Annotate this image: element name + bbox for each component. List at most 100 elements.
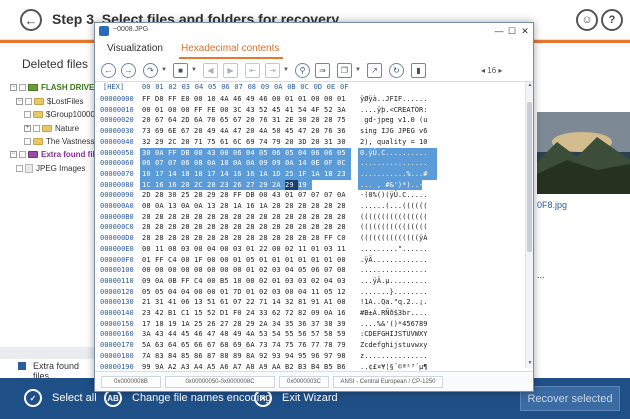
panel-toggle-icon[interactable]: ▮ xyxy=(411,63,426,78)
hex-bytes[interactable]: 20 67 64 2D 6A 70 65 67 20 76 31 2E 30 2… xyxy=(142,116,346,124)
back-arrow-icon[interactable]: ← xyxy=(20,9,42,31)
hex-bytes[interactable]: 5A 63 64 65 66 67 68 69 6A 73 74 75 76 7… xyxy=(142,341,346,349)
hex-row[interactable]: 000000E0 00 11 08 03 00 04 00 03 01 22 00… xyxy=(95,244,525,255)
tree-checkbox[interactable] xyxy=(25,97,32,105)
forward-icon[interactable]: → xyxy=(121,63,136,78)
hex-bytes[interactable]: 17 18 19 1A 25 26 27 28 29 2A 34 35 36 3… xyxy=(142,320,346,328)
hex-row[interactable]: 00000110 09 0A 0B FF C4 00 B5 10 00 02 01… xyxy=(95,276,525,287)
tree-item[interactable]: + Nature xyxy=(24,121,79,135)
scroll-down-icon[interactable]: ▼ xyxy=(526,360,533,368)
tree-checkbox[interactable] xyxy=(24,110,31,118)
redo-dropdown-icon[interactable]: ▼ xyxy=(161,67,167,73)
hex-bytes[interactable]: 00 00 00 00 00 00 00 00 01 02 03 04 05 0… xyxy=(142,266,346,274)
hex-bytes[interactable]: 09 0A 0B FF C4 00 B5 10 00 02 01 03 03 0… xyxy=(142,277,346,285)
tab-hexadecimal[interactable]: Hexadecimal contents xyxy=(181,43,279,54)
redo-icon[interactable]: ↷ xyxy=(143,63,158,78)
hex-text[interactable]: 2), quality = 10 xyxy=(360,138,427,146)
hex-text[interactable]: ....ÿþ.<CREATOR: xyxy=(360,106,427,114)
hex-bytes[interactable]: 2D 28 30 25 28 29 28 FF DB 00 43 01 07 0… xyxy=(142,191,346,199)
hex-bytes[interactable]: 00 01 00 00 FF FE 00 3C 43 52 45 41 54 4… xyxy=(142,106,346,114)
hex-row[interactable]: 000000F0 01 FF C4 00 1F 00 00 01 05 01 01… xyxy=(95,255,525,266)
window-titlebar[interactable]: ~0008.JPG — ☐ ✕ xyxy=(95,23,533,39)
hex-dump[interactable]: 00000000 FF D8 FF E0 00 10 4A 46 49 46 00… xyxy=(95,94,525,391)
hex-scrollbar[interactable]: ▲ ▼ xyxy=(525,82,533,368)
select-all-button[interactable]: ✓ Select all xyxy=(24,387,97,409)
tree-checkbox[interactable] xyxy=(24,137,31,145)
hex-row[interactable]: 00000160 3A 43 44 45 46 47 48 49 4A 53 54… xyxy=(95,329,525,340)
status-encoding[interactable]: ANSI - Central European / CP-1250 xyxy=(333,376,443,388)
goto-icon[interactable]: ⇒ xyxy=(315,63,330,78)
hex-text[interactable]: gd-jpeg v1.0 (u xyxy=(360,116,427,124)
hex-row[interactable]: 000000B0 28 28 28 28 28 28 28 28 28 28 28… xyxy=(95,212,525,223)
hex-text[interactable]: ..¢£¤¥¦§¨©ª²³´µ¶ xyxy=(360,363,427,371)
hex-row[interactable]: 00000180 7A 83 84 85 86 87 88 89 8A 92 93… xyxy=(95,351,525,362)
hex-text[interactable]: ... , #&')*)..-0 xyxy=(360,181,427,189)
hex-bytes[interactable]: 06 07 07 06 08 0A 10 0A 0A 09 09 0A 14 0… xyxy=(142,159,346,167)
copy-icon[interactable]: ❐ xyxy=(337,63,352,78)
hex-text[interactable]: .ÿÄ............. xyxy=(360,256,427,264)
hex-bytes[interactable]: 32 29 2C 20 71 75 61 6C 69 74 79 20 3D 2… xyxy=(142,138,346,146)
hex-text[interactable]: sing IJG JPEG v6 xyxy=(360,127,427,135)
hex-text[interactable]: Zcdefghijstuvwxy xyxy=(360,341,427,349)
hex-text[interactable]: ...ÿÄ.µ......... xyxy=(360,277,427,285)
hex-text[interactable]: .......}........ xyxy=(360,288,427,296)
hex-bytes[interactable]: 1C 16 16 20 2C 20 23 26 27 29 2A 29 19 1… xyxy=(142,181,346,189)
hex-row[interactable]: 000000D0 28 28 28 28 28 28 28 28 28 28 28… xyxy=(95,233,525,244)
user-icon[interactable]: ☺ xyxy=(576,9,598,31)
hex-bytes[interactable]: 3A 43 44 45 46 47 48 49 4A 53 54 55 56 5… xyxy=(142,330,346,338)
hex-bytes[interactable]: 28 28 28 28 28 28 28 28 28 28 28 28 28 2… xyxy=(142,213,346,221)
hex-row[interactable]: 00000050 30 0A FF DB 00 43 00 06 04 05 06… xyxy=(95,147,525,159)
hex-bytes[interactable]: 99 9A A2 A3 A4 A5 A6 A7 A8 A9 AA B2 B3 B… xyxy=(142,363,346,371)
hex-bytes[interactable]: 7A 83 84 85 86 87 88 89 8A 92 93 94 95 9… xyxy=(142,352,346,360)
thumbnail-filename[interactable]: 0F8.jpg xyxy=(537,200,567,210)
hex-bytes[interactable]: 28 28 28 28 28 28 28 28 28 28 28 28 28 2… xyxy=(142,223,346,231)
panel-scrollbar[interactable] xyxy=(0,347,96,359)
hex-text[interactable]: ........."...... xyxy=(360,245,427,253)
maximize-icon[interactable]: ☐ xyxy=(506,25,518,37)
hex-bytes[interactable]: 10 17 14 18 18 17 14 16 16 1A 1D 25 1F 1… xyxy=(142,170,346,178)
minimize-icon[interactable]: — xyxy=(493,25,505,37)
hex-row[interactable]: 00000120 05 05 04 04 00 00 01 7D 01 02 03… xyxy=(95,287,525,298)
hex-bytes[interactable]: 30 0A FF DB 00 43 00 06 04 05 06 05 04 0… xyxy=(142,149,346,157)
hex-text[interactable]: !1A..Qa."q.2..¡. xyxy=(360,298,427,306)
hex-bytes[interactable]: FF D8 FF E0 00 10 4A 46 49 46 00 01 01 0… xyxy=(142,95,346,103)
hex-text[interactable]: (((((((((((((((( xyxy=(360,213,427,221)
hex-row[interactable]: 00000010 00 01 00 00 FF FE 00 3C 43 52 45… xyxy=(95,105,525,116)
hex-row[interactable]: 00000030 73 69 6E 67 20 49 4A 47 20 4A 50… xyxy=(95,126,525,137)
hex-row[interactable]: 00000130 21 31 41 06 13 51 61 07 22 71 14… xyxy=(95,297,525,308)
hex-bytes[interactable]: 23 42 B1 C1 15 52 D1 F0 24 33 62 72 82 0… xyxy=(142,309,346,317)
hex-text[interactable]: ....%&'()*456789 xyxy=(360,320,427,328)
hex-row[interactable]: 000000C0 28 28 28 28 28 28 28 28 28 28 28… xyxy=(95,222,525,233)
hex-row[interactable]: 00000020 20 67 64 2D 6A 70 65 67 20 76 31… xyxy=(95,115,525,126)
hex-row[interactable]: 00000000 FF D8 FF E0 00 10 4A 46 49 46 00… xyxy=(95,94,525,105)
landscape-thumbnail[interactable] xyxy=(537,112,630,194)
last-page-icon[interactable]: ⇥ xyxy=(265,63,280,78)
hex-row[interactable]: 00000080 1C 16 16 20 2C 20 23 26 27 29 2A… xyxy=(95,179,525,191)
collapse-icon[interactable]: − xyxy=(16,97,23,105)
hex-bytes[interactable]: 01 FF C4 00 1F 00 00 01 05 01 01 01 01 0… xyxy=(142,256,346,264)
hex-bytes[interactable]: 00 11 08 03 00 04 00 03 01 22 00 02 11 0… xyxy=(142,245,346,253)
hex-text[interactable]: ...........%...# xyxy=(360,170,427,178)
scroll-up-icon[interactable]: ▲ xyxy=(526,82,533,90)
tree-item[interactable]: − Extra found files xyxy=(10,147,104,161)
hex-bytes[interactable]: 21 31 41 06 13 51 61 07 22 71 14 32 81 9… xyxy=(142,298,346,306)
collapse-icon[interactable]: − xyxy=(10,150,17,158)
tree-item[interactable]: − $LostFiles xyxy=(16,94,83,108)
export-icon[interactable]: ↗ xyxy=(367,63,382,78)
tree-checkbox[interactable] xyxy=(16,164,23,172)
hex-row[interactable]: 00000060 06 07 07 06 08 0A 10 0A 0A 09 09… xyxy=(95,158,525,169)
hex-row[interactable]: 00000100 00 00 00 00 00 00 00 00 01 02 03… xyxy=(95,265,525,276)
hex-bytes[interactable]: 05 05 04 04 00 00 01 7D 01 02 03 00 04 1… xyxy=(142,288,346,296)
hex-row[interactable]: 00000090 2D 28 30 25 28 29 28 FF DB 00 43… xyxy=(95,190,525,201)
hex-bytes[interactable]: 28 28 28 28 28 28 28 28 28 28 28 28 28 2… xyxy=(142,234,346,242)
prev-bookmark-icon[interactable]: ◀ xyxy=(203,63,218,78)
hex-row[interactable]: 00000140 23 42 B1 C1 15 52 D1 F0 24 33 62… xyxy=(95,308,525,319)
tree-checkbox[interactable] xyxy=(33,124,40,132)
help-icon[interactable]: ? xyxy=(601,9,623,31)
next-bookmark-icon[interactable]: ▶ xyxy=(223,63,238,78)
back-icon[interactable]: ← xyxy=(101,63,116,78)
close-window-icon[interactable]: ✕ xyxy=(519,25,531,37)
recover-selected-button[interactable]: Recover selected xyxy=(520,386,620,411)
hex-bytes[interactable]: 08 0A 13 0A 0A 13 28 1A 16 1A 28 28 28 2… xyxy=(142,202,346,210)
hex-text[interactable]: ................ xyxy=(360,266,427,274)
